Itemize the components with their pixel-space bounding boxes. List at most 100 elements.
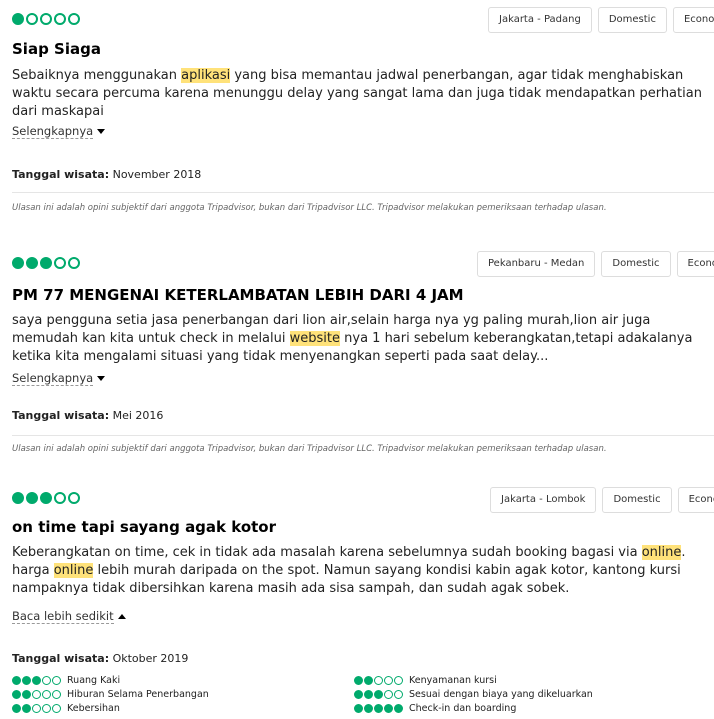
subrating-label: Kebersihan: [67, 703, 120, 714]
empty-bubble-icon: [32, 690, 41, 699]
empty-bubble-icon: [384, 690, 393, 699]
body-text: Keberangkatan on time, cek in tidak ada …: [12, 545, 642, 560]
trip-date-label: Tanggal wisata:: [12, 652, 110, 665]
read-more-toggle[interactable]: Selengkapnya: [12, 371, 106, 386]
empty-bubble-icon: [26, 13, 38, 25]
rating-bubbles: [12, 257, 80, 269]
subrating-bubbles: [354, 704, 403, 713]
filled-bubble-icon: [12, 13, 24, 25]
read-more-label: Selengkapnya: [12, 371, 94, 386]
empty-bubble-icon: [32, 704, 41, 713]
filled-bubble-icon: [40, 257, 52, 269]
filled-bubble-icon: [354, 676, 363, 685]
rating-bubbles: [12, 13, 80, 25]
empty-bubble-icon: [52, 704, 61, 713]
filled-bubble-icon: [26, 492, 38, 504]
empty-bubble-icon: [394, 690, 403, 699]
highlighted-keyword: website: [289, 331, 340, 346]
empty-bubble-icon: [384, 676, 393, 685]
highlighted-keyword: online: [641, 545, 682, 560]
review-title[interactable]: Siap Siaga: [12, 40, 101, 58]
highlighted-keyword: online: [53, 563, 94, 578]
subrating: Kebersihan: [12, 703, 120, 714]
subrating: Ruang Kaki: [12, 675, 120, 686]
empty-bubble-icon: [394, 676, 403, 685]
review-disclaimer: Ulasan ini adalah opini subjektif dari a…: [12, 203, 607, 213]
subrating-bubbles: [12, 704, 61, 713]
subrating: Kenyamanan kursi: [354, 675, 497, 686]
subrating-label: Kenyamanan kursi: [409, 675, 497, 686]
trip-date: Tanggal wisata: Mei 2016: [12, 409, 163, 422]
tag-route[interactable]: Pekanbaru - Medan: [477, 251, 596, 277]
empty-bubble-icon: [54, 492, 66, 504]
review-card: Pekanbaru - Medan Domestic Economy PM 77…: [12, 245, 714, 475]
review-card: Jakarta - Lombok Domestic Economy on tim…: [12, 480, 714, 719]
subrating-bubbles: [354, 676, 403, 685]
subrating-label: Hiburan Selama Penerbangan: [67, 689, 209, 700]
review-title[interactable]: PM 77 MENGENAI KETERLAMBATAN LEBIH DARI …: [12, 286, 464, 304]
filled-bubble-icon: [364, 690, 373, 699]
tag-type[interactable]: Domestic: [602, 487, 672, 513]
subrating-label: Check-in dan boarding: [409, 703, 517, 714]
filled-bubble-icon: [354, 690, 363, 699]
subrating-bubbles: [354, 690, 403, 699]
review-body: Keberangkatan on time, cek in tidak ada …: [12, 544, 712, 598]
tag-route[interactable]: Jakarta - Lombok: [490, 487, 597, 513]
filled-bubble-icon: [40, 492, 52, 504]
trip-date-label: Tanggal wisata:: [12, 168, 110, 181]
empty-bubble-icon: [68, 492, 80, 504]
filled-bubble-icon: [22, 676, 31, 685]
caret-up-icon: [117, 614, 126, 619]
subrating: Check-in dan boarding: [354, 703, 516, 714]
empty-bubble-icon: [52, 676, 61, 685]
filled-bubble-icon: [12, 690, 21, 699]
filled-bubble-icon: [22, 704, 31, 713]
body-text: lebih murah daripada on the spot. Namun …: [12, 563, 681, 596]
empty-bubble-icon: [40, 13, 52, 25]
filled-bubble-icon: [22, 690, 31, 699]
filled-bubble-icon: [354, 704, 363, 713]
subrating-bubbles: [12, 690, 61, 699]
trip-date: Tanggal wisata: Oktober 2019: [12, 652, 188, 665]
filled-bubble-icon: [374, 704, 383, 713]
subrating-label: Ruang Kaki: [67, 675, 121, 686]
read-less-toggle[interactable]: Baca lebih sedikit: [12, 609, 126, 624]
empty-bubble-icon: [54, 257, 66, 269]
filled-bubble-icon: [384, 704, 393, 713]
tag-class[interactable]: Economy: [672, 7, 714, 33]
review-disclaimer: Ulasan ini adalah opini subjektif dari a…: [12, 444, 607, 454]
subrating-label: Sesuai dengan biaya yang dikeluarkan: [409, 689, 593, 700]
trip-date-value: November 2018: [112, 168, 202, 181]
empty-bubble-icon: [68, 13, 80, 25]
empty-bubble-icon: [374, 676, 383, 685]
tag-route[interactable]: Jakarta - Padang: [488, 7, 592, 33]
tag-class[interactable]: Economy: [676, 251, 714, 277]
tag-type[interactable]: Domestic: [601, 251, 671, 277]
subrating: Sesuai dengan biaya yang dikeluarkan: [354, 689, 593, 700]
empty-bubble-icon: [52, 690, 61, 699]
filled-bubble-icon: [12, 676, 21, 685]
trip-date-value: Mei 2016: [112, 409, 164, 422]
trip-date-label: Tanggal wisata:: [12, 409, 110, 422]
filled-bubble-icon: [12, 492, 24, 504]
review-card: Jakarta - Padang Domestic Economy Siap S…: [12, 0, 714, 235]
filled-bubble-icon: [374, 690, 383, 699]
empty-bubble-icon: [42, 676, 51, 685]
tag-type[interactable]: Domestic: [597, 7, 667, 33]
filled-bubble-icon: [26, 257, 38, 269]
read-more-label: Selengkapnya: [12, 124, 94, 139]
empty-bubble-icon: [42, 690, 51, 699]
subrating-bubbles: [12, 676, 61, 685]
trip-date-value: Oktober 2019: [112, 652, 189, 665]
divider: [12, 192, 714, 193]
review-body: saya pengguna setia jasa penerbangan dar…: [12, 312, 712, 366]
read-more-toggle[interactable]: Selengkapnya: [12, 124, 106, 139]
filled-bubble-icon: [364, 704, 373, 713]
filled-bubble-icon: [394, 704, 403, 713]
trip-tags: Jakarta - Lombok Domestic Economy: [490, 487, 714, 513]
tag-class[interactable]: Economy: [677, 487, 714, 513]
trip-tags: Pekanbaru - Medan Domestic Economy: [477, 251, 714, 277]
caret-down-icon: [97, 129, 106, 134]
review-title[interactable]: on time tapi sayang agak kotor: [12, 518, 276, 536]
empty-bubble-icon: [42, 704, 51, 713]
